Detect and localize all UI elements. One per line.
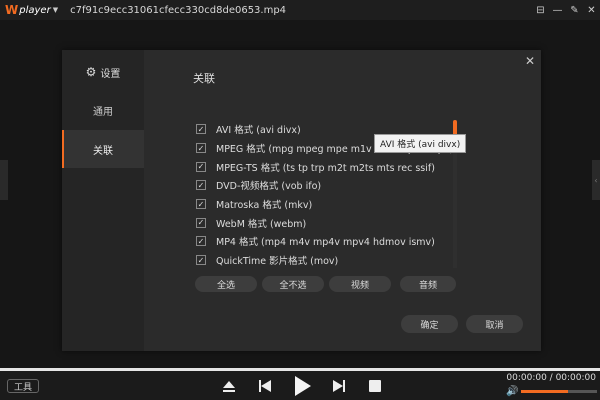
list-item[interactable]: ✓ QuickTime 影片格式 (mov) (196, 251, 461, 270)
close-icon[interactable]: ✕ (583, 5, 600, 16)
checkbox[interactable]: ✓ (196, 161, 206, 172)
list-item-label: MPEG-TS 格式 (ts tp trp m2t m2ts mts rec s… (216, 162, 435, 174)
checkbox[interactable]: ✓ (196, 143, 206, 154)
play-icon[interactable] (290, 374, 314, 398)
list-item[interactable]: ✓ Matroska 格式 (mkv) (196, 195, 461, 214)
section-title: 关联 (193, 72, 215, 85)
list-item-label: MP4 格式 (mp4 m4v mp4v mpv4 hdmov ismv) (216, 237, 435, 249)
tools-button[interactable]: 工具 (7, 379, 40, 393)
list-item-label: WebM 格式 (webm) (216, 218, 307, 230)
list-item-label: DVD-视频格式 (vob ifo) (216, 181, 322, 193)
time-display: 00:00:00 / 00:00:00 (506, 373, 596, 383)
cancel-button[interactable]: 取消 (466, 315, 523, 333)
file-name: c7f91c9ecc31061cfecc330cd8de0653.mp4 (70, 4, 287, 16)
select-all-button[interactable]: 全选 (195, 276, 257, 292)
settings-label: 设置 (100, 68, 121, 80)
player-window: W player ▼ c7f91c9ecc31061cfecc330cd8de0… (0, 0, 600, 400)
list-item[interactable]: ✓ MP4 格式 (mp4 m4v mp4v mpv4 hdmov ismv) (196, 232, 461, 251)
volume-icon[interactable]: 🔊 (506, 386, 518, 397)
chevron-down-icon: ▼ (52, 6, 59, 14)
checkbox[interactable]: ✓ (196, 199, 206, 210)
checkbox[interactable]: ✓ (196, 180, 206, 191)
logo-mark: W (5, 3, 19, 17)
tooltip: AVI 格式 (avi divx) (374, 134, 467, 153)
next-icon[interactable] (330, 377, 348, 395)
volume-level (521, 390, 568, 393)
close-icon[interactable]: ✕ (525, 54, 535, 68)
select-audio-button[interactable]: 音频 (400, 276, 456, 292)
select-video-button[interactable]: 视频 (329, 276, 391, 292)
checkbox[interactable]: ✓ (196, 236, 206, 247)
sidebar-item-association[interactable]: 关联 (62, 130, 144, 168)
settings-header: ⚙ 设置 (62, 62, 144, 82)
list-item-label: Matroska 格式 (mkv) (216, 200, 313, 212)
gear-icon: ⚙ (85, 65, 97, 79)
settings-dialog: ⚙ 设置 通用 关联 ✕ 关联 ✓ AVI 格式 (avi divx) ✓ MPEG… (62, 50, 541, 351)
checkbox[interactable]: ✓ (196, 255, 206, 266)
previous-icon[interactable] (256, 377, 274, 395)
edit-icon[interactable]: ✎ (566, 5, 583, 16)
app-menu-button[interactable]: W player ▼ (5, 3, 58, 17)
left-panel-toggle[interactable] (0, 160, 8, 200)
right-panel-toggle[interactable]: ‹ (592, 160, 600, 200)
stop-icon[interactable] (366, 377, 384, 395)
minimize-icon[interactable]: — (549, 5, 566, 16)
settings-sidebar: ⚙ 设置 通用 关联 (62, 50, 144, 351)
list-item-label: AVI 格式 (avi divx) (216, 125, 301, 137)
list-item-label: QuickTime 影片格式 (mov) (216, 256, 339, 268)
checkbox[interactable]: ✓ (196, 124, 206, 135)
checkbox[interactable]: ✓ (196, 217, 206, 228)
window-controls: ⊟ — ✎ ✕ (532, 0, 600, 20)
list-item[interactable]: ✓ WebM 格式 (webm) (196, 213, 461, 232)
sidebar-item-general[interactable]: 通用 (62, 91, 144, 129)
list-item[interactable]: ✓ DVD-视频格式 (vob ifo) (196, 176, 461, 195)
select-none-button[interactable]: 全不选 (262, 276, 324, 292)
logo-text: player (19, 4, 51, 16)
eject-icon[interactable] (220, 377, 238, 395)
ok-button[interactable]: 确定 (401, 315, 458, 333)
list-item[interactable]: ✓ MPEG-TS 格式 (ts tp trp m2t m2ts mts rec … (196, 157, 461, 176)
title-bar: W player ▼ c7f91c9ecc31061cfecc330cd8de0… (0, 0, 600, 20)
pin-icon[interactable]: ⊟ (532, 5, 549, 16)
